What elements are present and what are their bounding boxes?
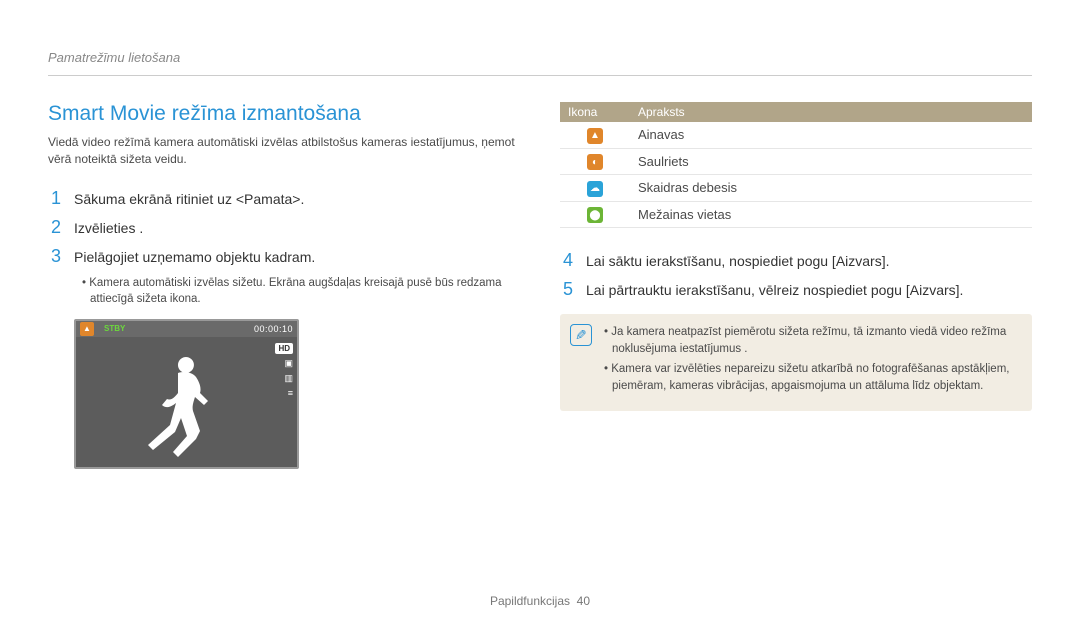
recording-timer: 00:00:10 — [254, 324, 293, 334]
camera-preview-illustration: STBY 00:00:10 HD ▣ ▥ ≡ — [74, 319, 299, 469]
standby-indicator: STBY — [104, 324, 125, 333]
step-2: 2 Izvēlieties . — [48, 217, 520, 238]
sky-icon — [587, 181, 603, 197]
step-number: 3 — [48, 246, 64, 267]
forest-icon — [587, 207, 603, 223]
icon-desc: Mežainas vietas — [630, 201, 1032, 228]
mode-icon: ▥ — [284, 373, 293, 384]
scene-icon-table: Ikona Apraksts Ainavas Saulriets — [560, 102, 1032, 228]
landscape-icon — [587, 128, 603, 144]
note-icon — [570, 324, 592, 346]
th-icon: Ikona — [560, 102, 630, 122]
section-header: Pamatrežīmu lietošana — [48, 50, 1032, 65]
step-text: Sākuma ekrānā ritiniet uz <Pamata>. — [74, 191, 304, 207]
step-text: Pielāgojiet uzņemamo objektu kadram. — [74, 249, 315, 265]
icon-desc: Skaidras debesis — [630, 175, 1032, 202]
intro-paragraph: Viedā video režīmā kamera automātiski iz… — [48, 134, 520, 168]
table-row: Skaidras debesis — [560, 175, 1032, 202]
mode-icon: ≡ — [288, 388, 293, 398]
step-5: 5 Lai pārtrauktu ierakstīšanu, vēlreiz n… — [560, 279, 1032, 300]
note-item: Ja kamera neatpazīst piemērotu sižeta re… — [604, 324, 1018, 357]
step-3-bullet: • Kamera automātiski izvēlas sižetu. Ekr… — [82, 275, 520, 307]
sunset-icon — [587, 154, 603, 170]
icon-desc: Saulriets — [630, 148, 1032, 175]
step-1: 1 Sākuma ekrānā ritiniet uz <Pamata>. — [48, 188, 520, 209]
page-footer: Papildfunkcijas 40 — [0, 594, 1080, 608]
table-row: Mežainas vietas — [560, 201, 1032, 228]
scene-icon — [80, 322, 94, 336]
mode-icon: ▣ — [284, 358, 293, 369]
table-row: Saulriets — [560, 148, 1032, 175]
icon-desc: Ainavas — [630, 122, 1032, 148]
step-3: 3 Pielāgojiet uzņemamo objektu kadram. — [48, 246, 520, 267]
step-number: 4 — [560, 250, 576, 271]
step-number: 5 — [560, 279, 576, 300]
note-callout: Ja kamera neatpazīst piemērotu sižeta re… — [560, 314, 1032, 411]
step-text: Lai pārtrauktu ierakstīšanu, vēlreiz nos… — [586, 282, 963, 298]
step-4: 4 Lai sāktu ierakstīšanu, nospiediet pog… — [560, 250, 1032, 271]
hd-badge: HD — [275, 343, 293, 354]
page-title: Smart Movie režīma izmantošana — [48, 102, 520, 126]
note-item: Kamera var izvēlēties nepareizu sižetu a… — [604, 361, 1018, 394]
step-text: Izvēlieties . — [74, 220, 143, 236]
divider — [48, 75, 1032, 76]
step-number: 1 — [48, 188, 64, 209]
step-text: Lai sāktu ierakstīšanu, nospiediet pogu … — [586, 253, 890, 269]
th-desc: Apraksts — [630, 102, 1032, 122]
step-number: 2 — [48, 217, 64, 238]
skater-silhouette — [134, 351, 234, 467]
table-row: Ainavas — [560, 122, 1032, 148]
